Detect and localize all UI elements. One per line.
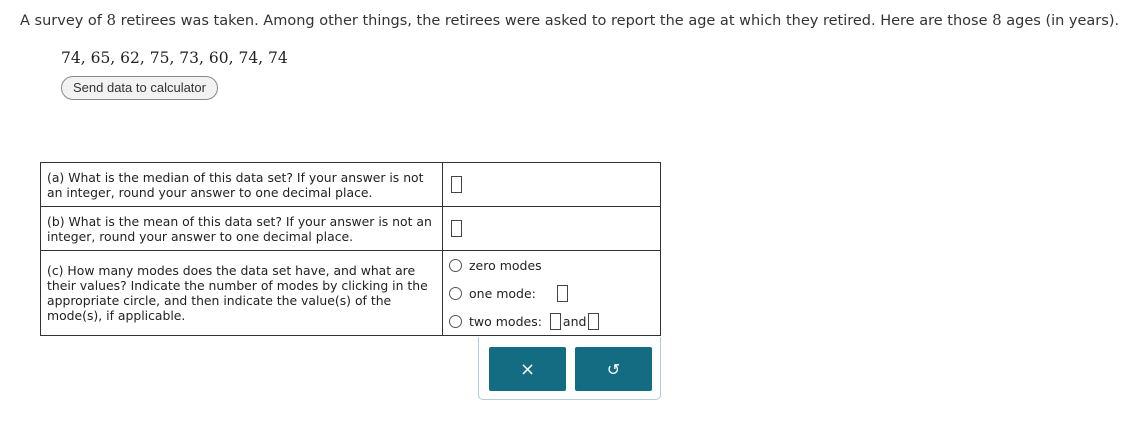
one-mode-label: one mode: xyxy=(469,285,536,301)
zero-modes-option[interactable]: zero modes xyxy=(443,251,660,279)
send-data-button[interactable]: Send data to calculator xyxy=(61,76,218,100)
question-a-text: (a) What is the median of this data set?… xyxy=(40,162,443,207)
question-a-answer-cell xyxy=(442,162,661,207)
mean-input[interactable] xyxy=(451,220,462,237)
undo-button[interactable]: ↺ xyxy=(575,347,652,391)
question-c-text: (c) How many modes does the data set hav… xyxy=(40,250,443,336)
question-row-a: (a) What is the median of this data set?… xyxy=(40,162,661,207)
question-b-answer-cell xyxy=(442,206,661,251)
answer-action-panel: × ↺ xyxy=(478,337,661,400)
retiree-count: 8 xyxy=(106,11,117,29)
one-mode-radio[interactable] xyxy=(449,286,462,300)
data-values: 74, 65, 62, 75, 73, 60, 74, 74 xyxy=(61,49,288,67)
one-mode-value-input[interactable] xyxy=(556,284,568,302)
two-modes-second-input[interactable] xyxy=(588,312,600,330)
two-modes-option[interactable]: two modes: and xyxy=(443,307,660,335)
zero-modes-radio[interactable] xyxy=(449,258,462,272)
question-row-b: (b) What is the mean of this data set? I… xyxy=(40,206,661,251)
and-label: and xyxy=(562,313,587,329)
two-modes-radio[interactable] xyxy=(449,314,462,328)
median-input[interactable] xyxy=(451,176,462,193)
clear-button[interactable]: × xyxy=(489,347,566,391)
close-icon: × xyxy=(519,358,536,380)
question-row-c: (c) How many modes does the data set hav… xyxy=(40,250,661,336)
question-c-answer-cell: zero modes one mode: two modes: and xyxy=(442,250,661,336)
one-mode-option[interactable]: one mode: xyxy=(443,279,660,307)
question-table: (a) What is the median of this data set?… xyxy=(40,162,661,336)
two-modes-label: two modes: xyxy=(469,313,542,329)
question-b-text: (b) What is the mean of this data set? I… xyxy=(40,206,443,251)
zero-modes-label: zero modes xyxy=(469,257,542,273)
undo-icon: ↺ xyxy=(606,359,621,379)
ages-count: 8 xyxy=(992,11,1002,29)
two-modes-first-input[interactable] xyxy=(549,312,561,330)
problem-statement: A survey of 8 retirees was taken. Among … xyxy=(20,11,1120,29)
